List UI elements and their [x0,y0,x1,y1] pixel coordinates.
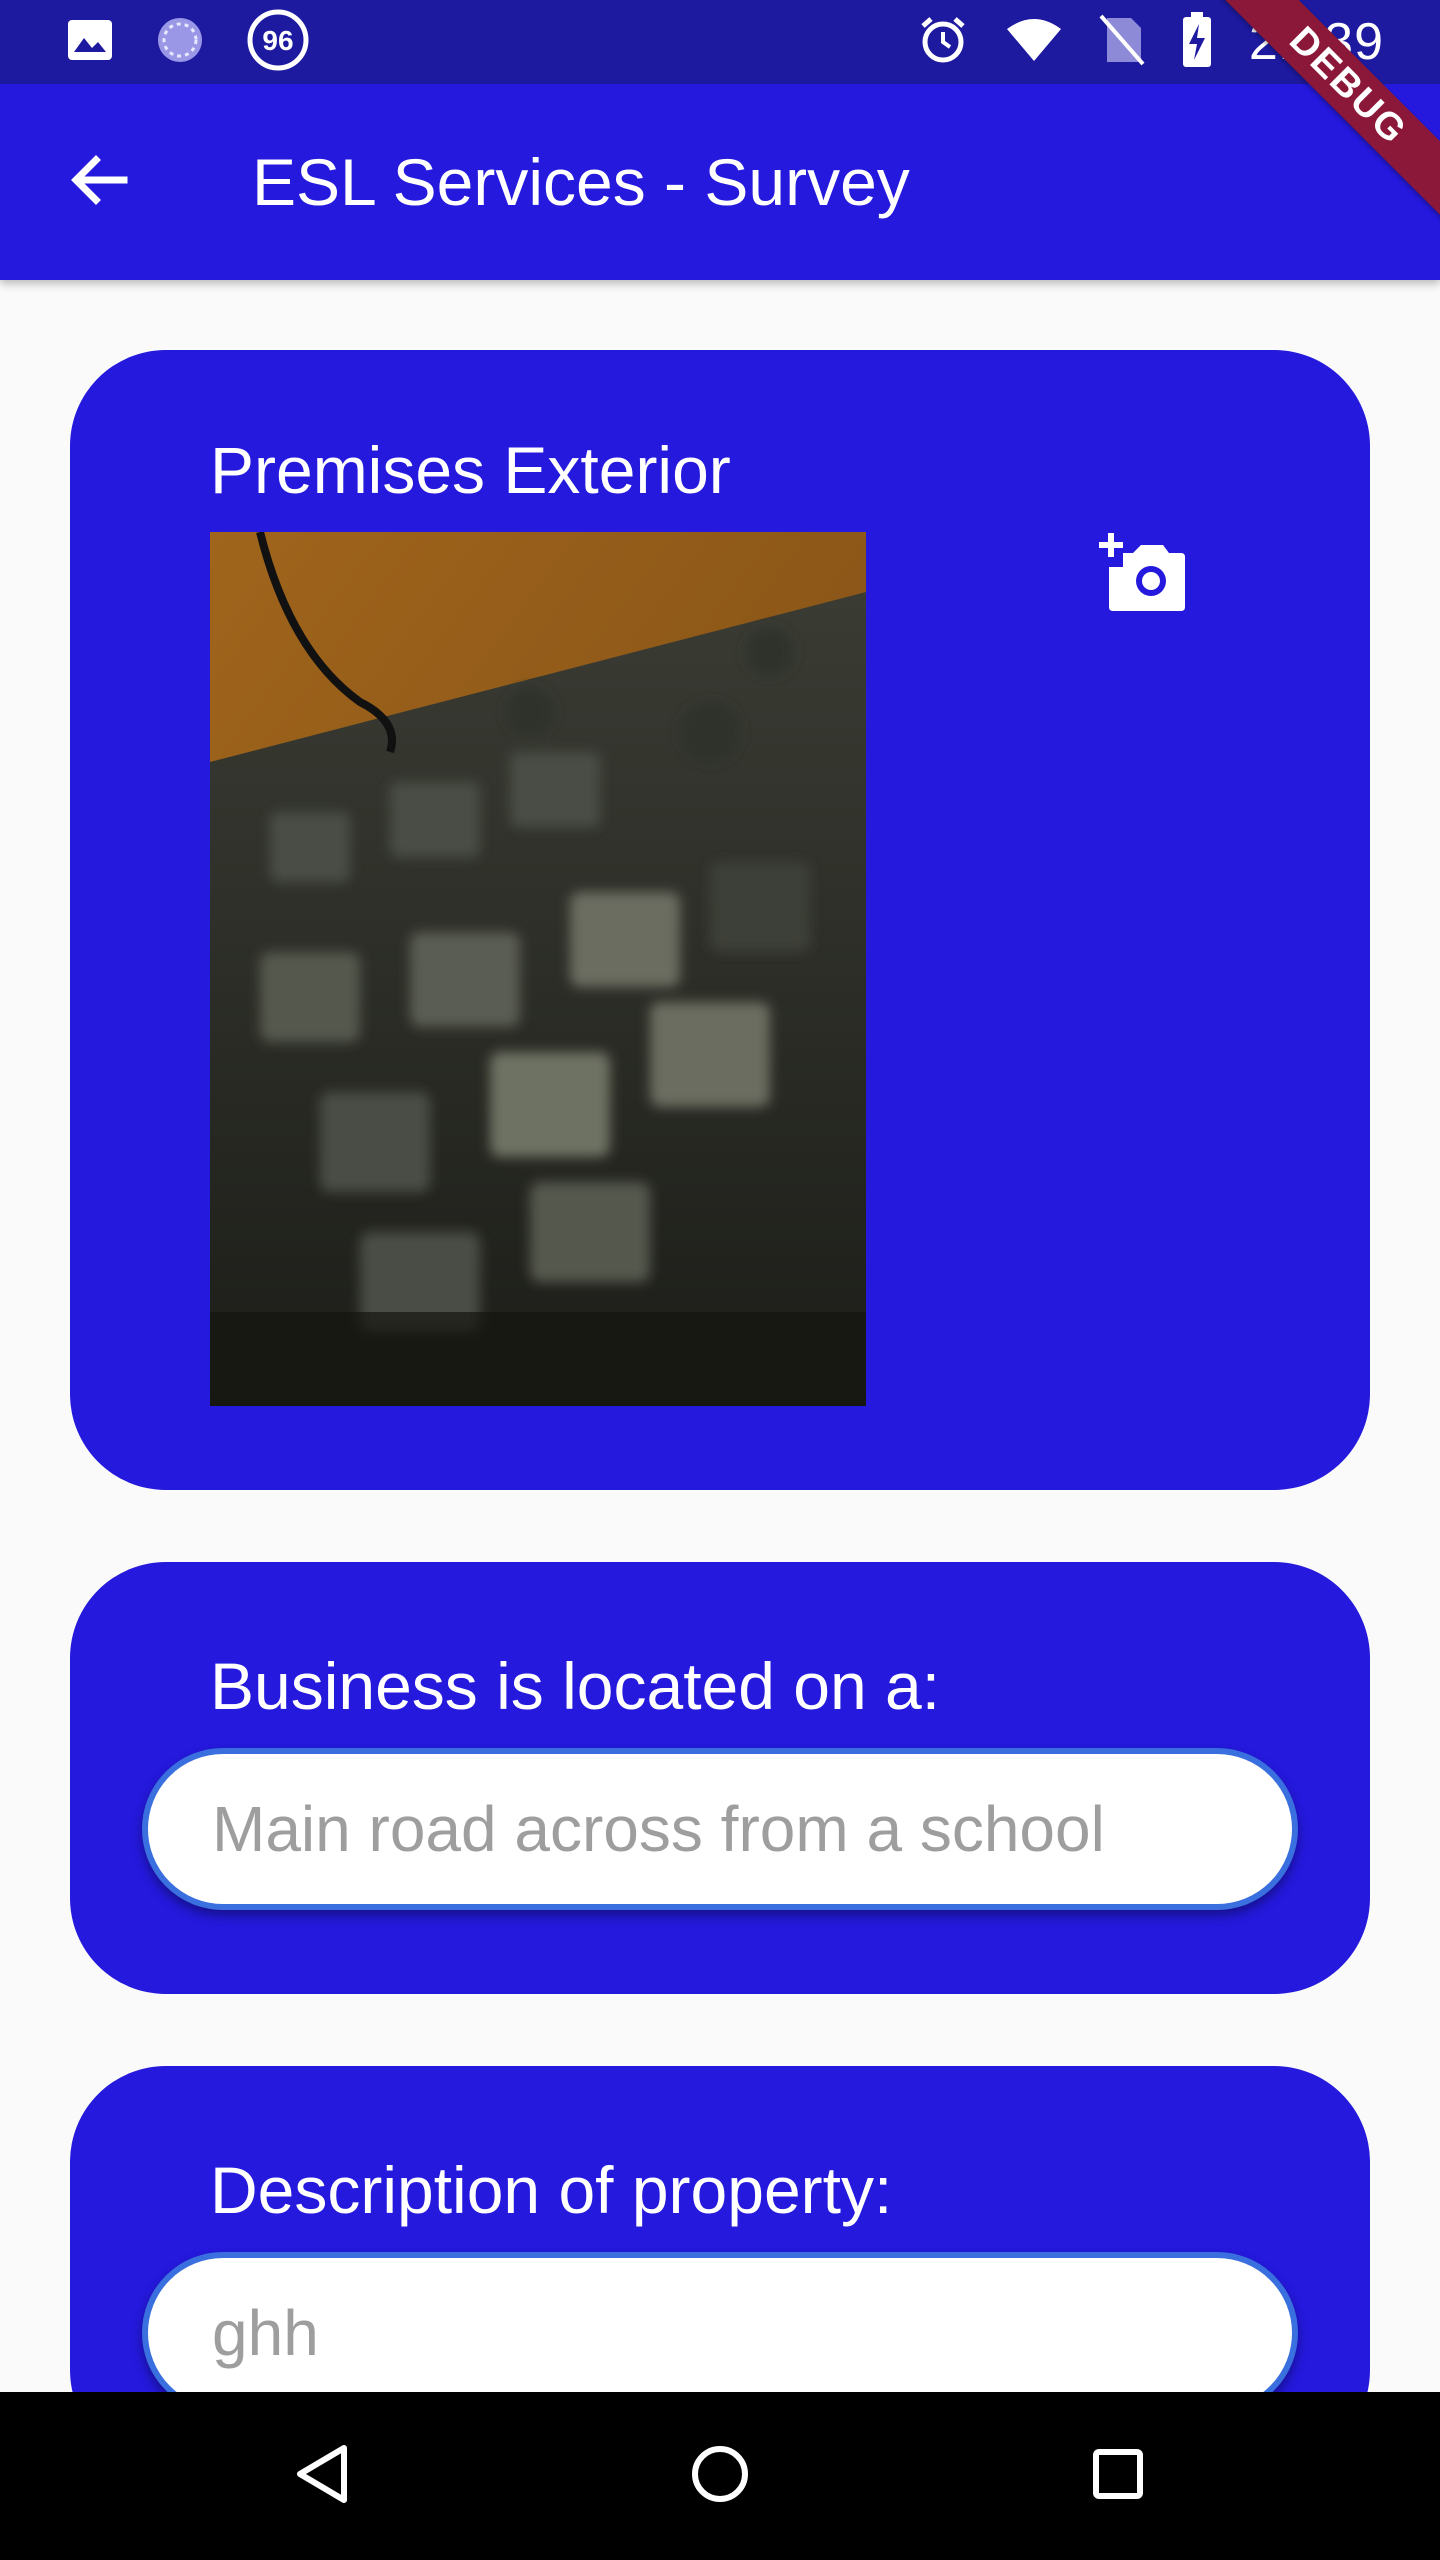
status-bar: 96 [0,0,1440,84]
app-bar: ESL Services - Survey [0,84,1440,280]
back-triangle-icon [292,2442,352,2511]
location-card: Business is located on a: Main road acro… [70,1562,1370,1994]
arrow-back-icon [66,148,130,217]
recents-square-icon [1088,2444,1148,2509]
premises-photo[interactable] [210,532,866,1406]
premises-exterior-label: Premises Exterior [210,433,731,507]
description-label: Description of property: [210,2153,893,2227]
description-field[interactable]: ghh [142,2252,1298,2392]
premises-exterior-card: Premises Exterior [70,350,1370,1490]
status-bar-left: 96 [66,9,310,71]
navigation-bar [0,2392,1440,2560]
nav-back-button[interactable] [280,2434,364,2518]
alarm-icon [917,14,969,71]
location-field-value: Main road across from a school [212,1793,1105,1865]
description-field-value: ghh [212,2297,319,2369]
badge-96-icon: 96 [246,8,310,77]
home-circle-icon [688,2442,752,2511]
svg-text:96: 96 [262,25,293,56]
image-icon [66,18,114,67]
add-photo-button[interactable] [1092,524,1192,624]
wifi-icon [1005,17,1063,68]
sync-icon [154,14,206,71]
screen: 96 ESL Services - Survey DEBUG Premises … [0,0,1440,2560]
survey-form[interactable]: Premises Exterior Business is located on… [0,280,1440,2392]
description-card: Description of property: ghh [70,2066,1370,2392]
location-label: Business is located on a: [210,1649,941,1723]
nav-home-button[interactable] [678,2434,762,2518]
page-title: ESL Services - Survey [252,145,910,219]
no-sim-icon [1099,14,1145,71]
location-field[interactable]: Main road across from a school [142,1748,1298,1910]
back-button[interactable] [52,136,144,228]
add-a-photo-icon [1097,531,1187,618]
battery-charging-icon [1181,11,1213,73]
nav-recents-button[interactable] [1076,2434,1160,2518]
